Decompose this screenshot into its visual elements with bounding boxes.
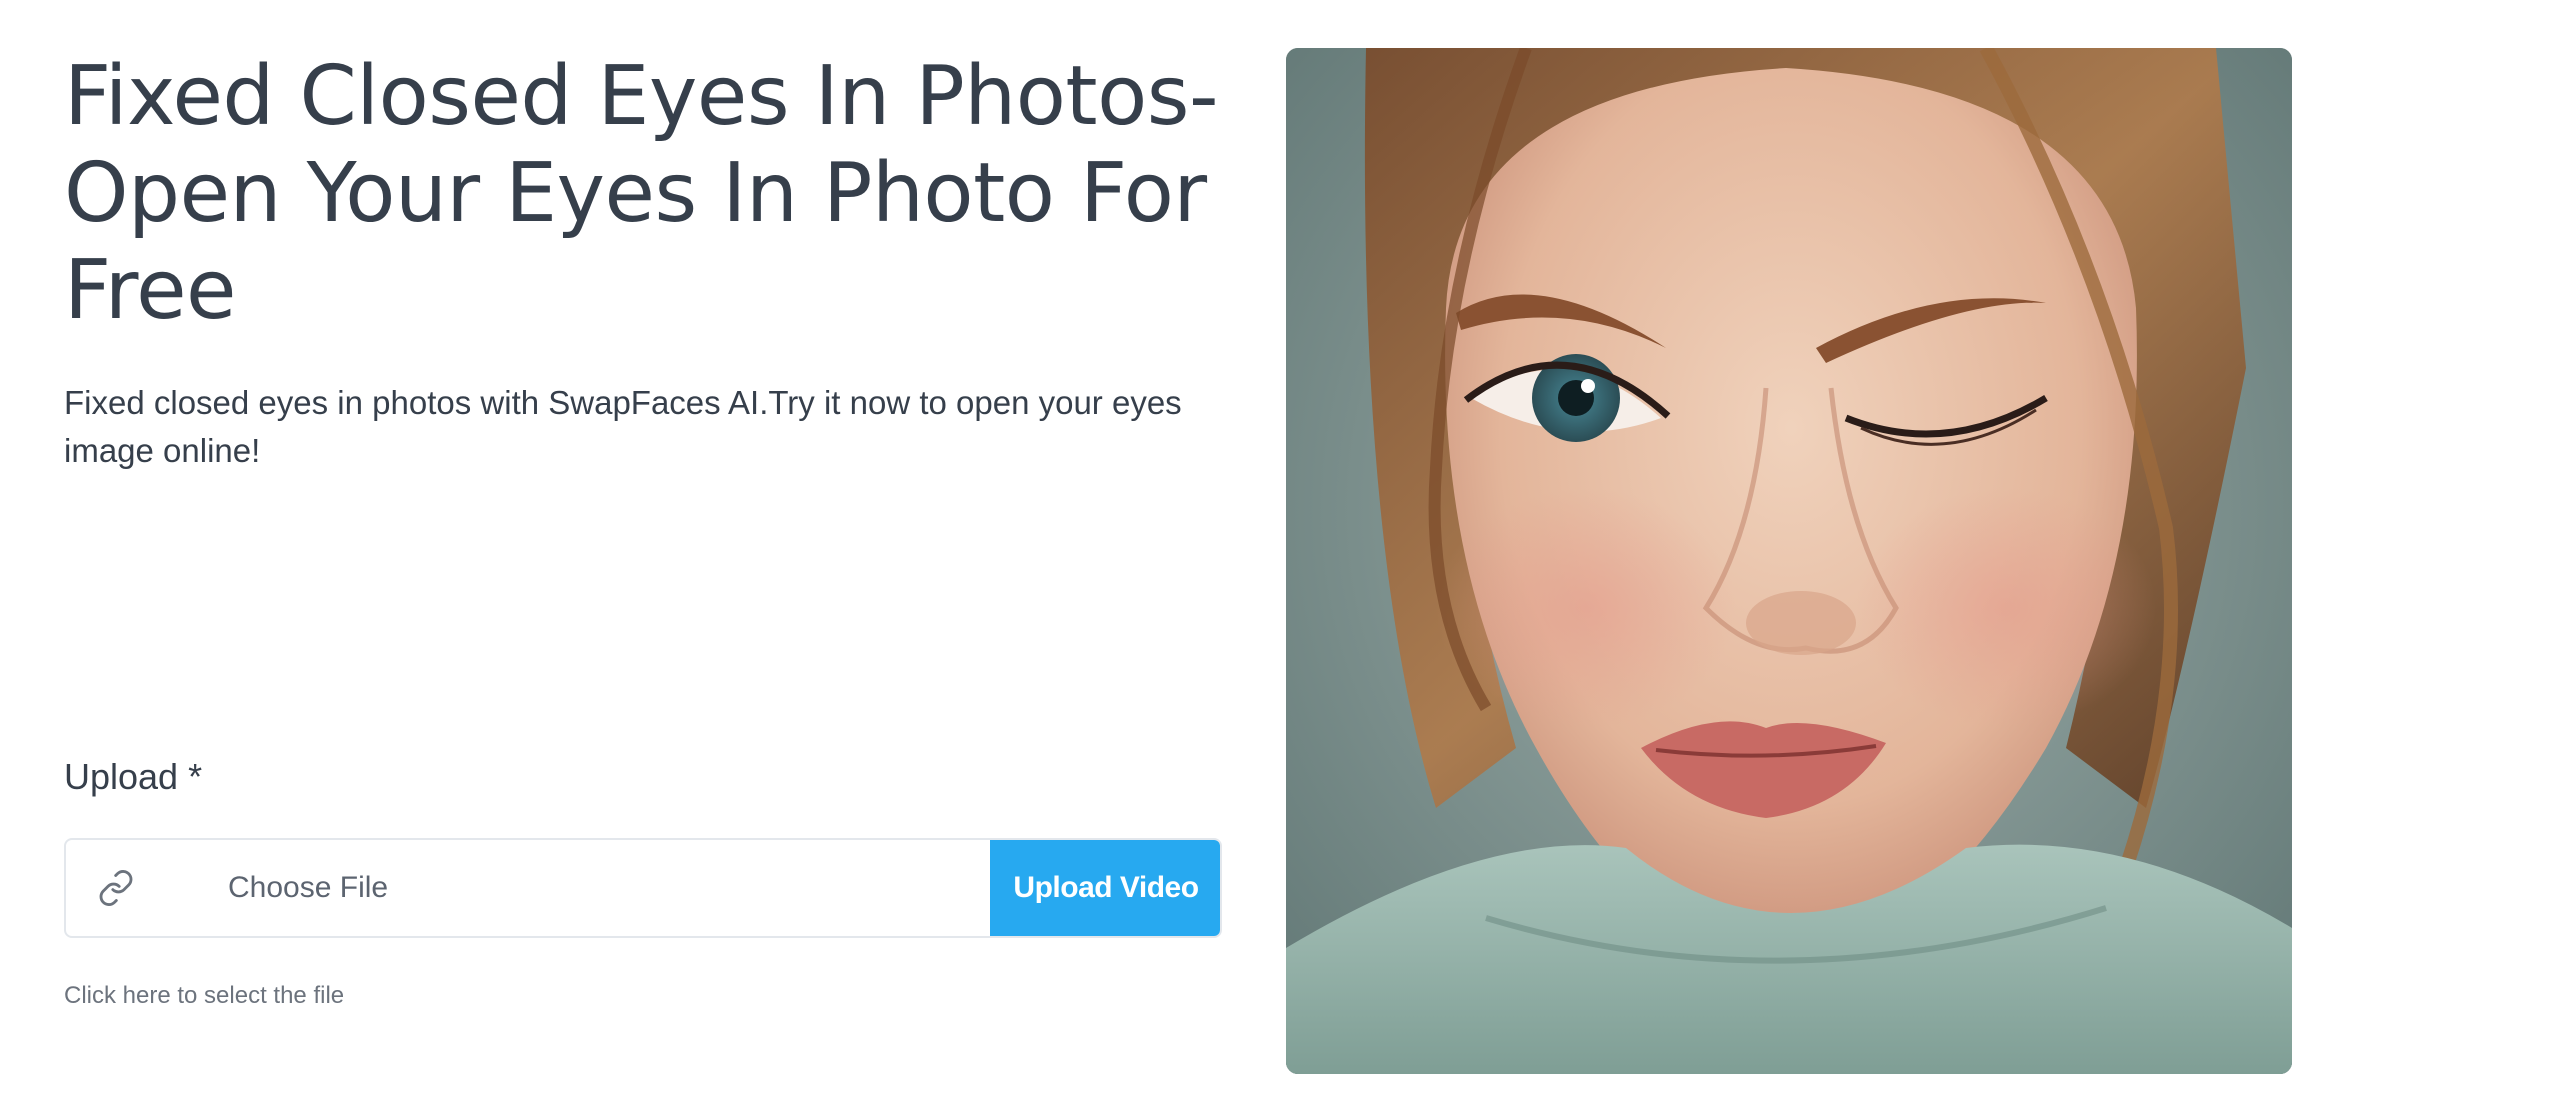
example-portrait-image <box>1286 48 2292 1074</box>
upload-hint: Click here to select the file <box>64 982 345 1009</box>
page: Fixed Closed Eyes In Photos- Open Your E… <box>0 0 2560 1116</box>
link-icon <box>96 868 136 908</box>
upload-label: Upload * <box>64 756 203 797</box>
page-title: Fixed Closed Eyes In Photos- Open Your E… <box>64 49 1219 338</box>
hero-section: Fixed Closed Eyes In Photos- Open Your E… <box>64 48 1224 475</box>
upload-video-button[interactable]: Upload Video <box>990 840 1220 936</box>
file-upload-field[interactable]: Choose File Upload Video <box>64 838 1222 938</box>
page-description: Fixed closed eyes in photos with SwapFac… <box>64 384 1182 469</box>
